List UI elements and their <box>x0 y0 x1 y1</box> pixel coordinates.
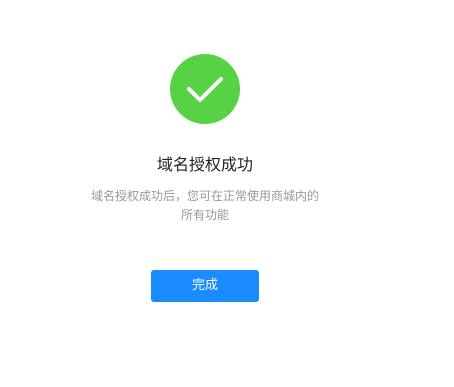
checkmark-icon <box>187 77 223 102</box>
success-checkmark-icon <box>170 54 240 124</box>
done-button[interactable]: 完成 <box>151 270 259 302</box>
success-description-line-1: 域名授权成功后，您可在正常使用商城内的 <box>90 189 319 203</box>
success-description-line-2: 所有功能 <box>180 208 229 222</box>
domain-authorization-success-page: 域名授权成功 域名授权成功后，您可在正常使用商城内的 所有功能 完成 <box>0 0 454 387</box>
success-description: 域名授权成功后，您可在正常使用商城内的 所有功能 <box>70 187 340 225</box>
success-title: 域名授权成功 <box>156 155 253 174</box>
